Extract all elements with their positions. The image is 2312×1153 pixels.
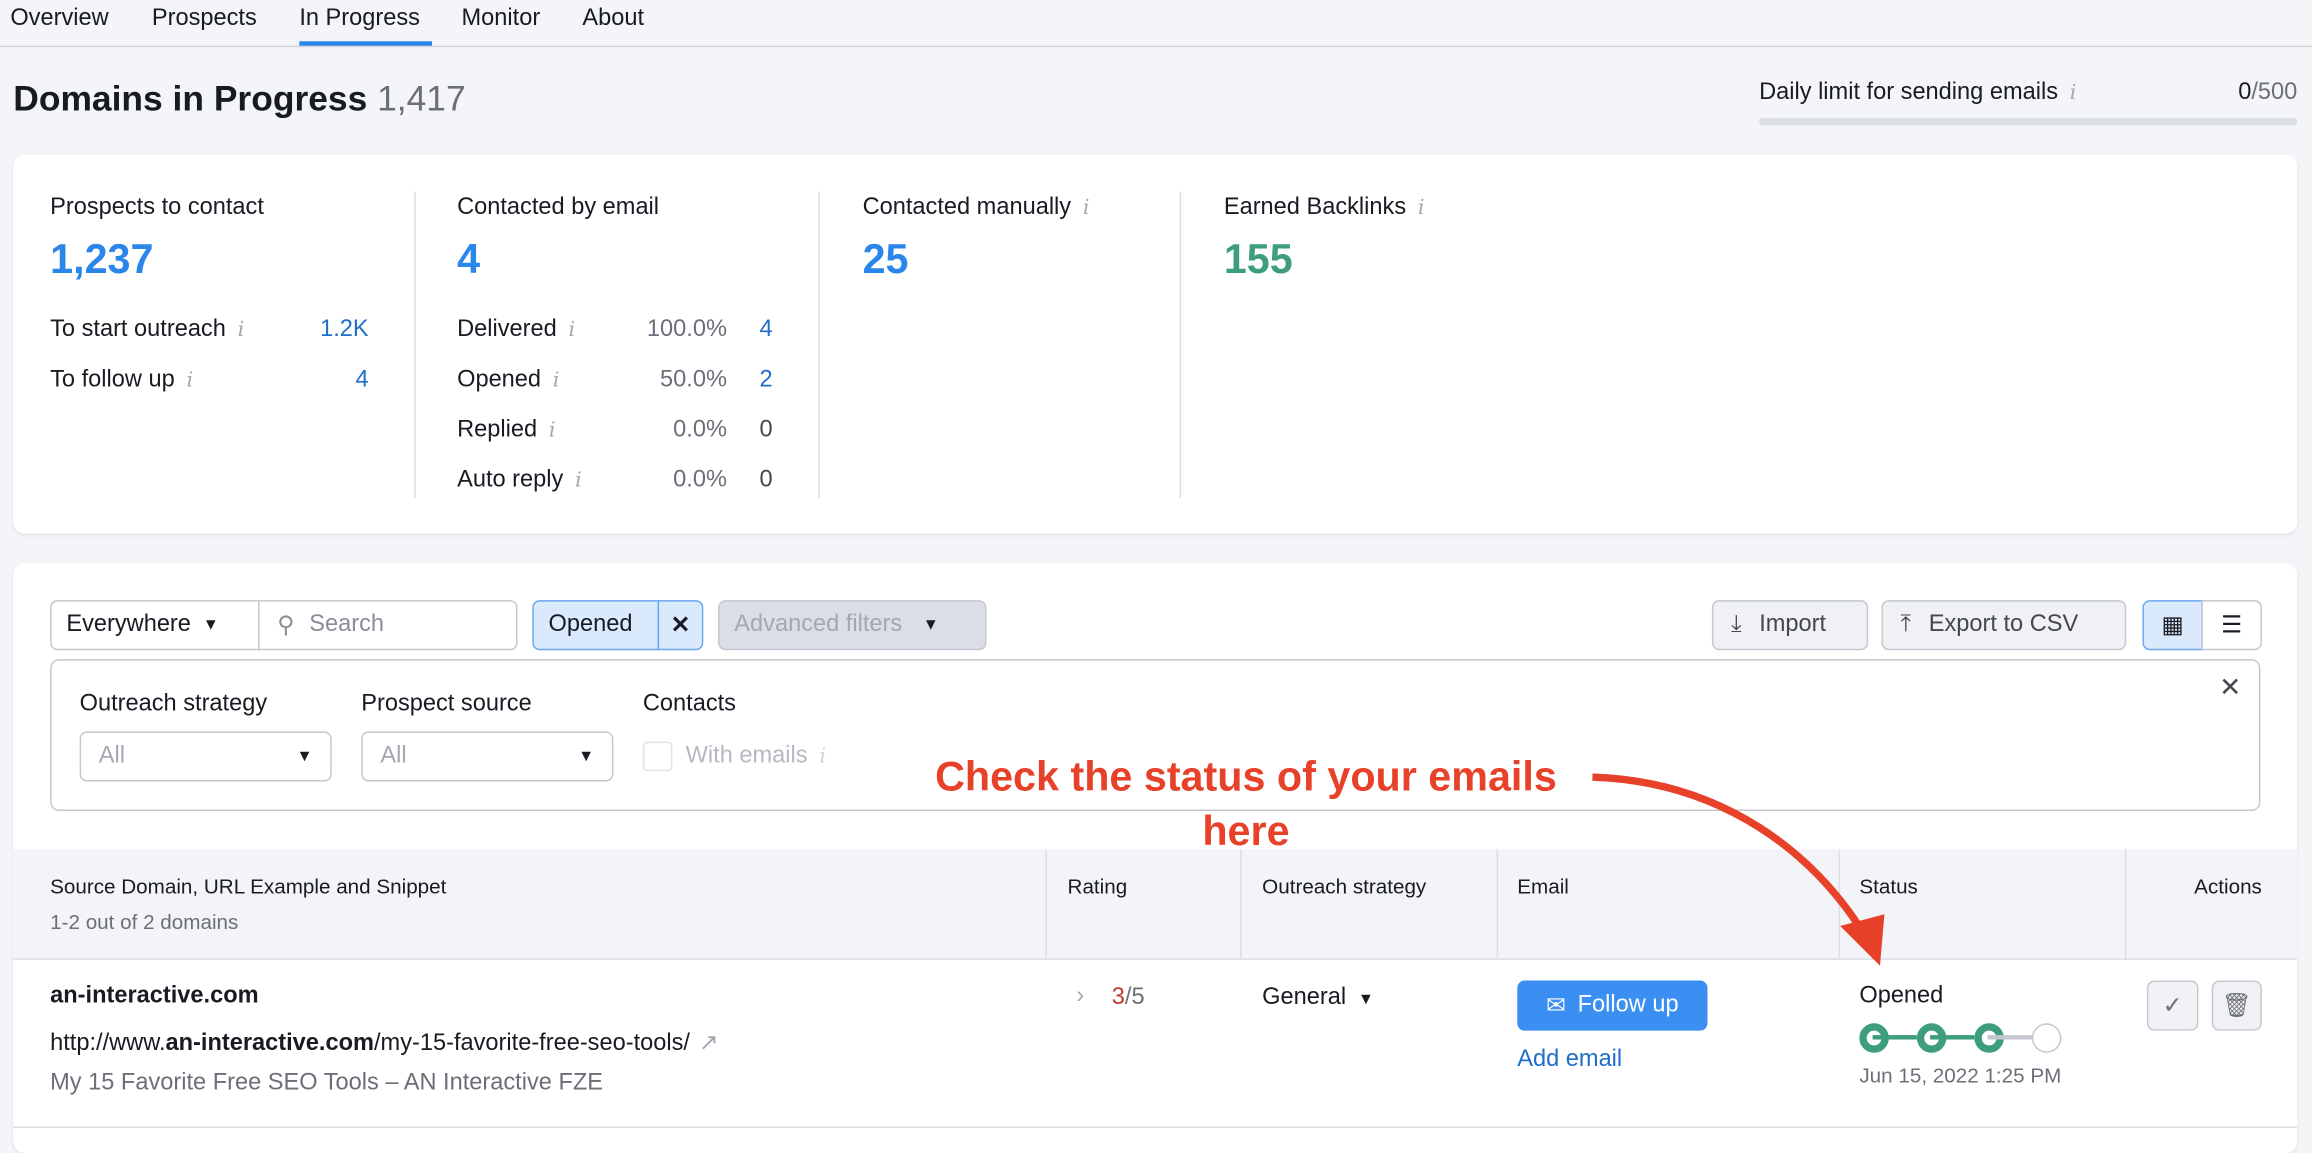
annotation-arrow-icon [1592, 773, 1885, 966]
